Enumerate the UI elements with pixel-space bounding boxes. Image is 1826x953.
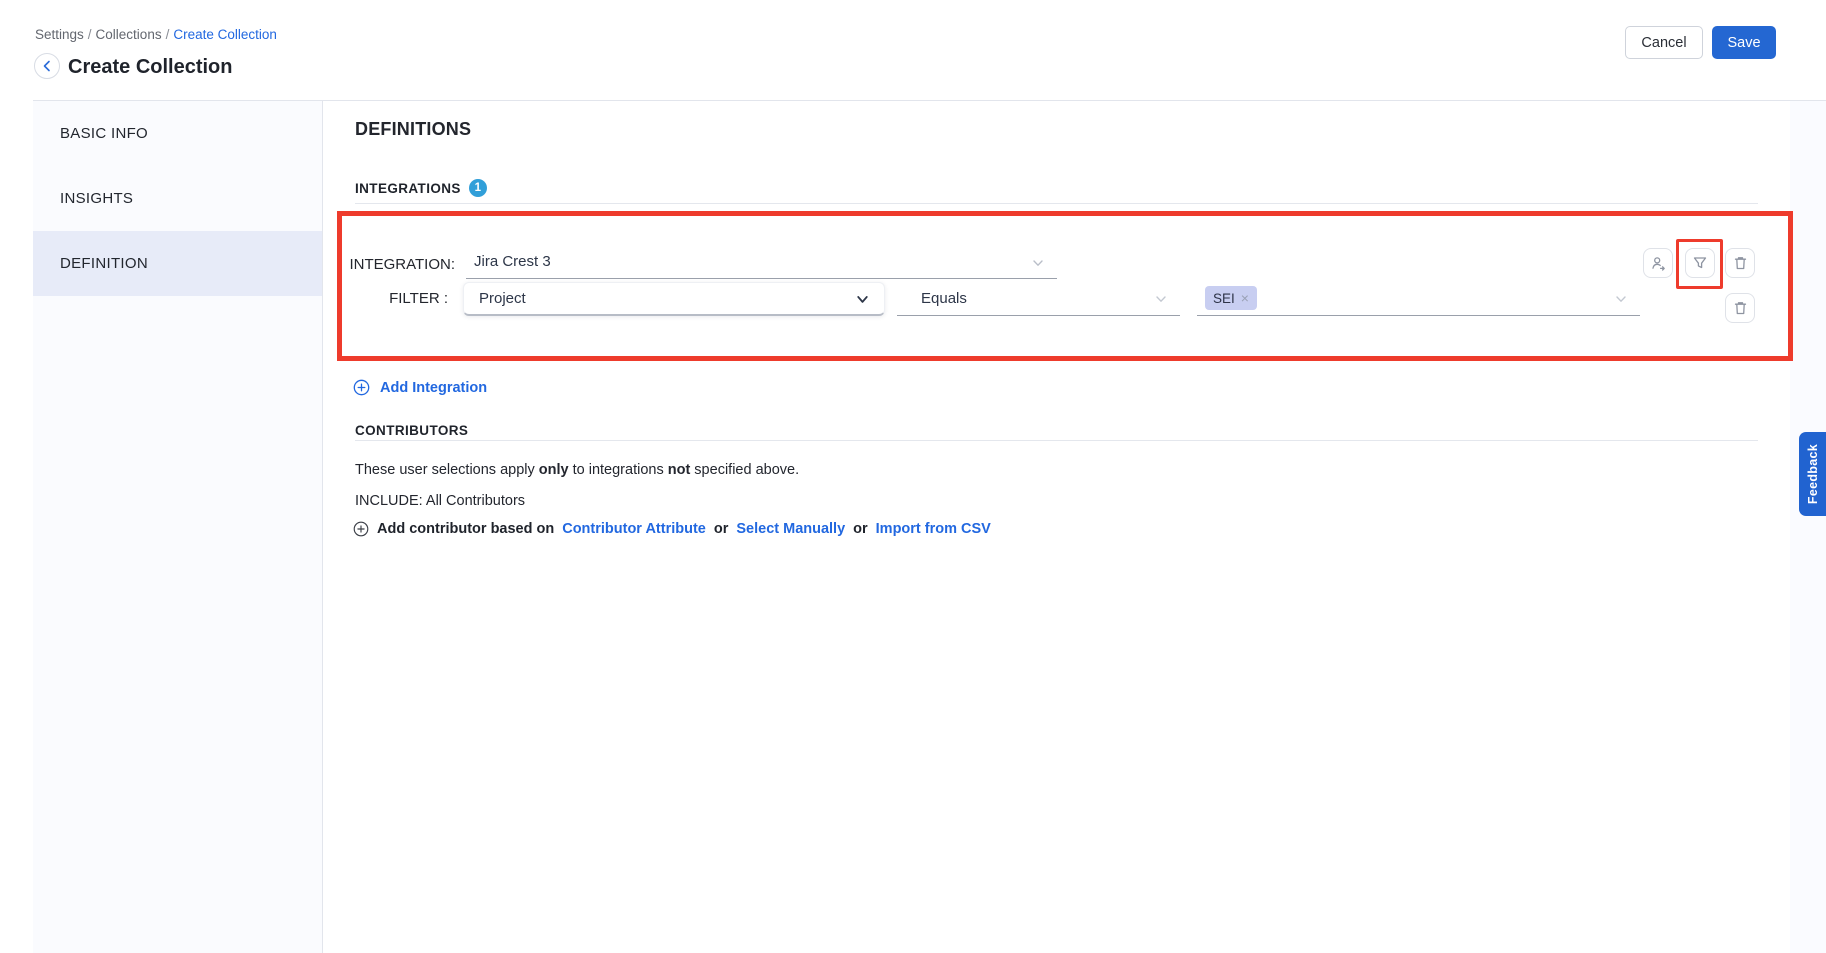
- integration-select[interactable]: Jira Crest 3: [466, 247, 1057, 279]
- chevron-down-icon: [1154, 292, 1168, 306]
- close-icon[interactable]: ×: [1241, 291, 1249, 305]
- chip-label: SEI: [1213, 291, 1235, 306]
- note-text-bold: not: [668, 462, 691, 478]
- or-text: or: [714, 521, 729, 537]
- filter-field-select[interactable]: Project: [463, 282, 885, 316]
- note-text: specified above.: [690, 462, 799, 478]
- breadcrumb-separator: /: [162, 27, 174, 42]
- trash-icon: [1733, 255, 1748, 271]
- filter-operator-value: Equals: [921, 290, 967, 307]
- breadcrumb-separator: /: [84, 27, 96, 42]
- feedback-tab[interactable]: Feedback: [1799, 432, 1826, 516]
- contributors-note: These user selections apply only to inte…: [355, 462, 799, 478]
- back-button[interactable]: [34, 53, 60, 79]
- note-text: to integrations: [569, 462, 668, 478]
- chevron-down-icon: [1031, 256, 1045, 270]
- contributors-label: CONTRIBUTORS: [355, 423, 468, 438]
- note-text-bold: only: [539, 462, 569, 478]
- back-arrow-icon: [40, 59, 54, 73]
- save-button[interactable]: Save: [1712, 26, 1776, 59]
- integrations-divider: [355, 203, 1758, 204]
- integrations-header: INTEGRATIONS 1: [355, 179, 487, 197]
- delete-integration-button[interactable]: [1725, 248, 1755, 278]
- sidebar-item-insights[interactable]: INSIGHTS: [33, 166, 322, 231]
- note-text: These user selections apply: [355, 462, 539, 478]
- page-title: Create Collection: [68, 56, 232, 79]
- integration-label: INTEGRATION:: [345, 256, 455, 273]
- import-from-csv-link[interactable]: Import from CSV: [876, 521, 991, 537]
- section-title: DEFINITIONS: [355, 119, 471, 140]
- breadcrumb: Settings/Collections/Create Collection: [35, 27, 277, 42]
- contributors-divider: [355, 440, 1758, 441]
- breadcrumb-collections[interactable]: Collections: [96, 27, 162, 42]
- breadcrumb-settings[interactable]: Settings: [35, 27, 84, 42]
- feedback-tab-label: Feedback: [1806, 444, 1820, 504]
- sidebar-item-definition[interactable]: DEFINITION: [33, 231, 322, 296]
- sidebar-item-basic-info[interactable]: BASIC INFO: [33, 101, 322, 166]
- page-header: Settings/Collections/Create Collection C…: [0, 0, 1826, 100]
- add-contributor-prefix: Add contributor based on: [377, 521, 554, 537]
- manage-contributors-button[interactable]: [1643, 248, 1673, 278]
- contributor-attribute-link[interactable]: Contributor Attribute: [562, 521, 706, 537]
- include-line: INCLUDE: All Contributors: [355, 493, 525, 509]
- filter-value-chip: SEI ×: [1205, 286, 1257, 310]
- plus-circle-icon: [353, 379, 370, 396]
- filter-label: FILTER :: [345, 290, 448, 307]
- add-integration-button[interactable]: Add Integration: [353, 379, 487, 396]
- content-area: BASIC INFO INSIGHTS DEFINITION DEFINITIO…: [0, 100, 1826, 953]
- integration-select-value: Jira Crest 3: [474, 253, 551, 270]
- right-margin-strip: [1790, 101, 1826, 953]
- chevron-down-icon: [1614, 292, 1628, 306]
- definition-panel: DEFINITIONS INTEGRATIONS 1 INTEGRATION: …: [324, 101, 1790, 953]
- filter-value-select[interactable]: SEI ×: [1197, 282, 1640, 316]
- filter-button-highlight: [1676, 239, 1723, 289]
- person-add-icon: [1650, 255, 1667, 272]
- breadcrumb-current: Create Collection: [173, 27, 277, 42]
- integrations-label: INTEGRATIONS: [355, 181, 461, 196]
- filter-field-value: Project: [479, 290, 526, 307]
- trash-icon: [1733, 300, 1748, 316]
- cancel-button[interactable]: Cancel: [1625, 26, 1703, 59]
- add-integration-label: Add Integration: [380, 380, 487, 396]
- chevron-down-icon: [855, 292, 870, 307]
- filter-operator-select[interactable]: Equals: [897, 282, 1180, 316]
- settings-sidebar: BASIC INFO INSIGHTS DEFINITION: [33, 101, 323, 953]
- or-text: or: [853, 521, 868, 537]
- select-manually-link[interactable]: Select Manually: [736, 521, 845, 537]
- add-contributor-row: Add contributor based on Contributor Att…: [353, 521, 991, 537]
- integrations-count-badge: 1: [469, 179, 487, 197]
- plus-circle-icon: [353, 521, 369, 537]
- delete-filter-button[interactable]: [1725, 293, 1755, 323]
